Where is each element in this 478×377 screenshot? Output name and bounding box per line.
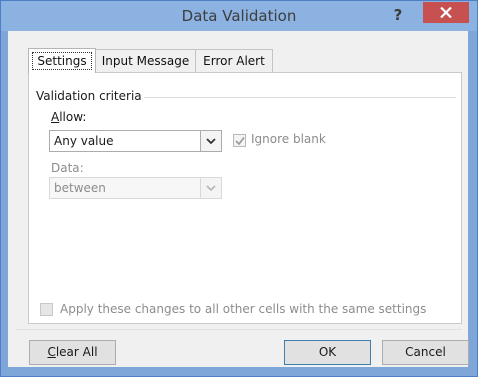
tab-settings[interactable]: Settings [28, 48, 96, 73]
validation-criteria-label: Validation criteria [36, 89, 142, 103]
tab-label: Input Message [101, 54, 190, 68]
allow-dropdown-button[interactable] [200, 131, 221, 151]
ok-label: OK [318, 345, 337, 359]
apply-all-label: Apply these changes to all other cells w… [60, 302, 427, 316]
close-icon [440, 7, 452, 18]
tab-error-alert[interactable]: Error Alert [195, 49, 273, 72]
clear-all-label: lear All [55, 345, 98, 359]
apply-all-checkbox[interactable] [40, 303, 53, 316]
data-dropdown[interactable]: between [49, 177, 222, 199]
title-bar[interactable]: Data Validation ? [1, 1, 477, 31]
ignore-blank-checkbox[interactable] [233, 134, 246, 147]
cancel-button[interactable]: Cancel [382, 340, 469, 365]
close-button[interactable] [423, 2, 469, 23]
help-button[interactable]: ? [387, 3, 409, 27]
ok-button[interactable]: OK [284, 340, 371, 365]
checkmark-icon [235, 137, 245, 146]
group-divider [144, 97, 456, 98]
allow-label: Allow: [51, 110, 86, 124]
data-selected-value: between [54, 181, 106, 195]
chevron-down-icon [206, 138, 216, 145]
allow-label-rest: llow: [59, 110, 87, 124]
tab-label: Settings [37, 54, 87, 68]
allow-selected-value: Any value [54, 134, 114, 148]
chevron-down-icon [206, 185, 216, 192]
ignore-blank-label: Ignore blank [251, 132, 326, 146]
allow-dropdown[interactable]: Any value [49, 130, 222, 152]
clear-all-button[interactable]: Clear All [29, 340, 116, 365]
data-label: Data: [51, 161, 84, 175]
tab-label: Error Alert [203, 54, 265, 68]
cancel-label: Cancel [405, 345, 446, 359]
clear-all-mnemonic: C [47, 345, 56, 359]
tab-focus-rect: Settings [32, 52, 92, 70]
allow-mnemonic: A [51, 110, 60, 124]
footer-divider [16, 329, 462, 330]
data-dropdown-button[interactable] [200, 178, 221, 198]
tab-input-message[interactable]: Input Message [95, 49, 196, 72]
